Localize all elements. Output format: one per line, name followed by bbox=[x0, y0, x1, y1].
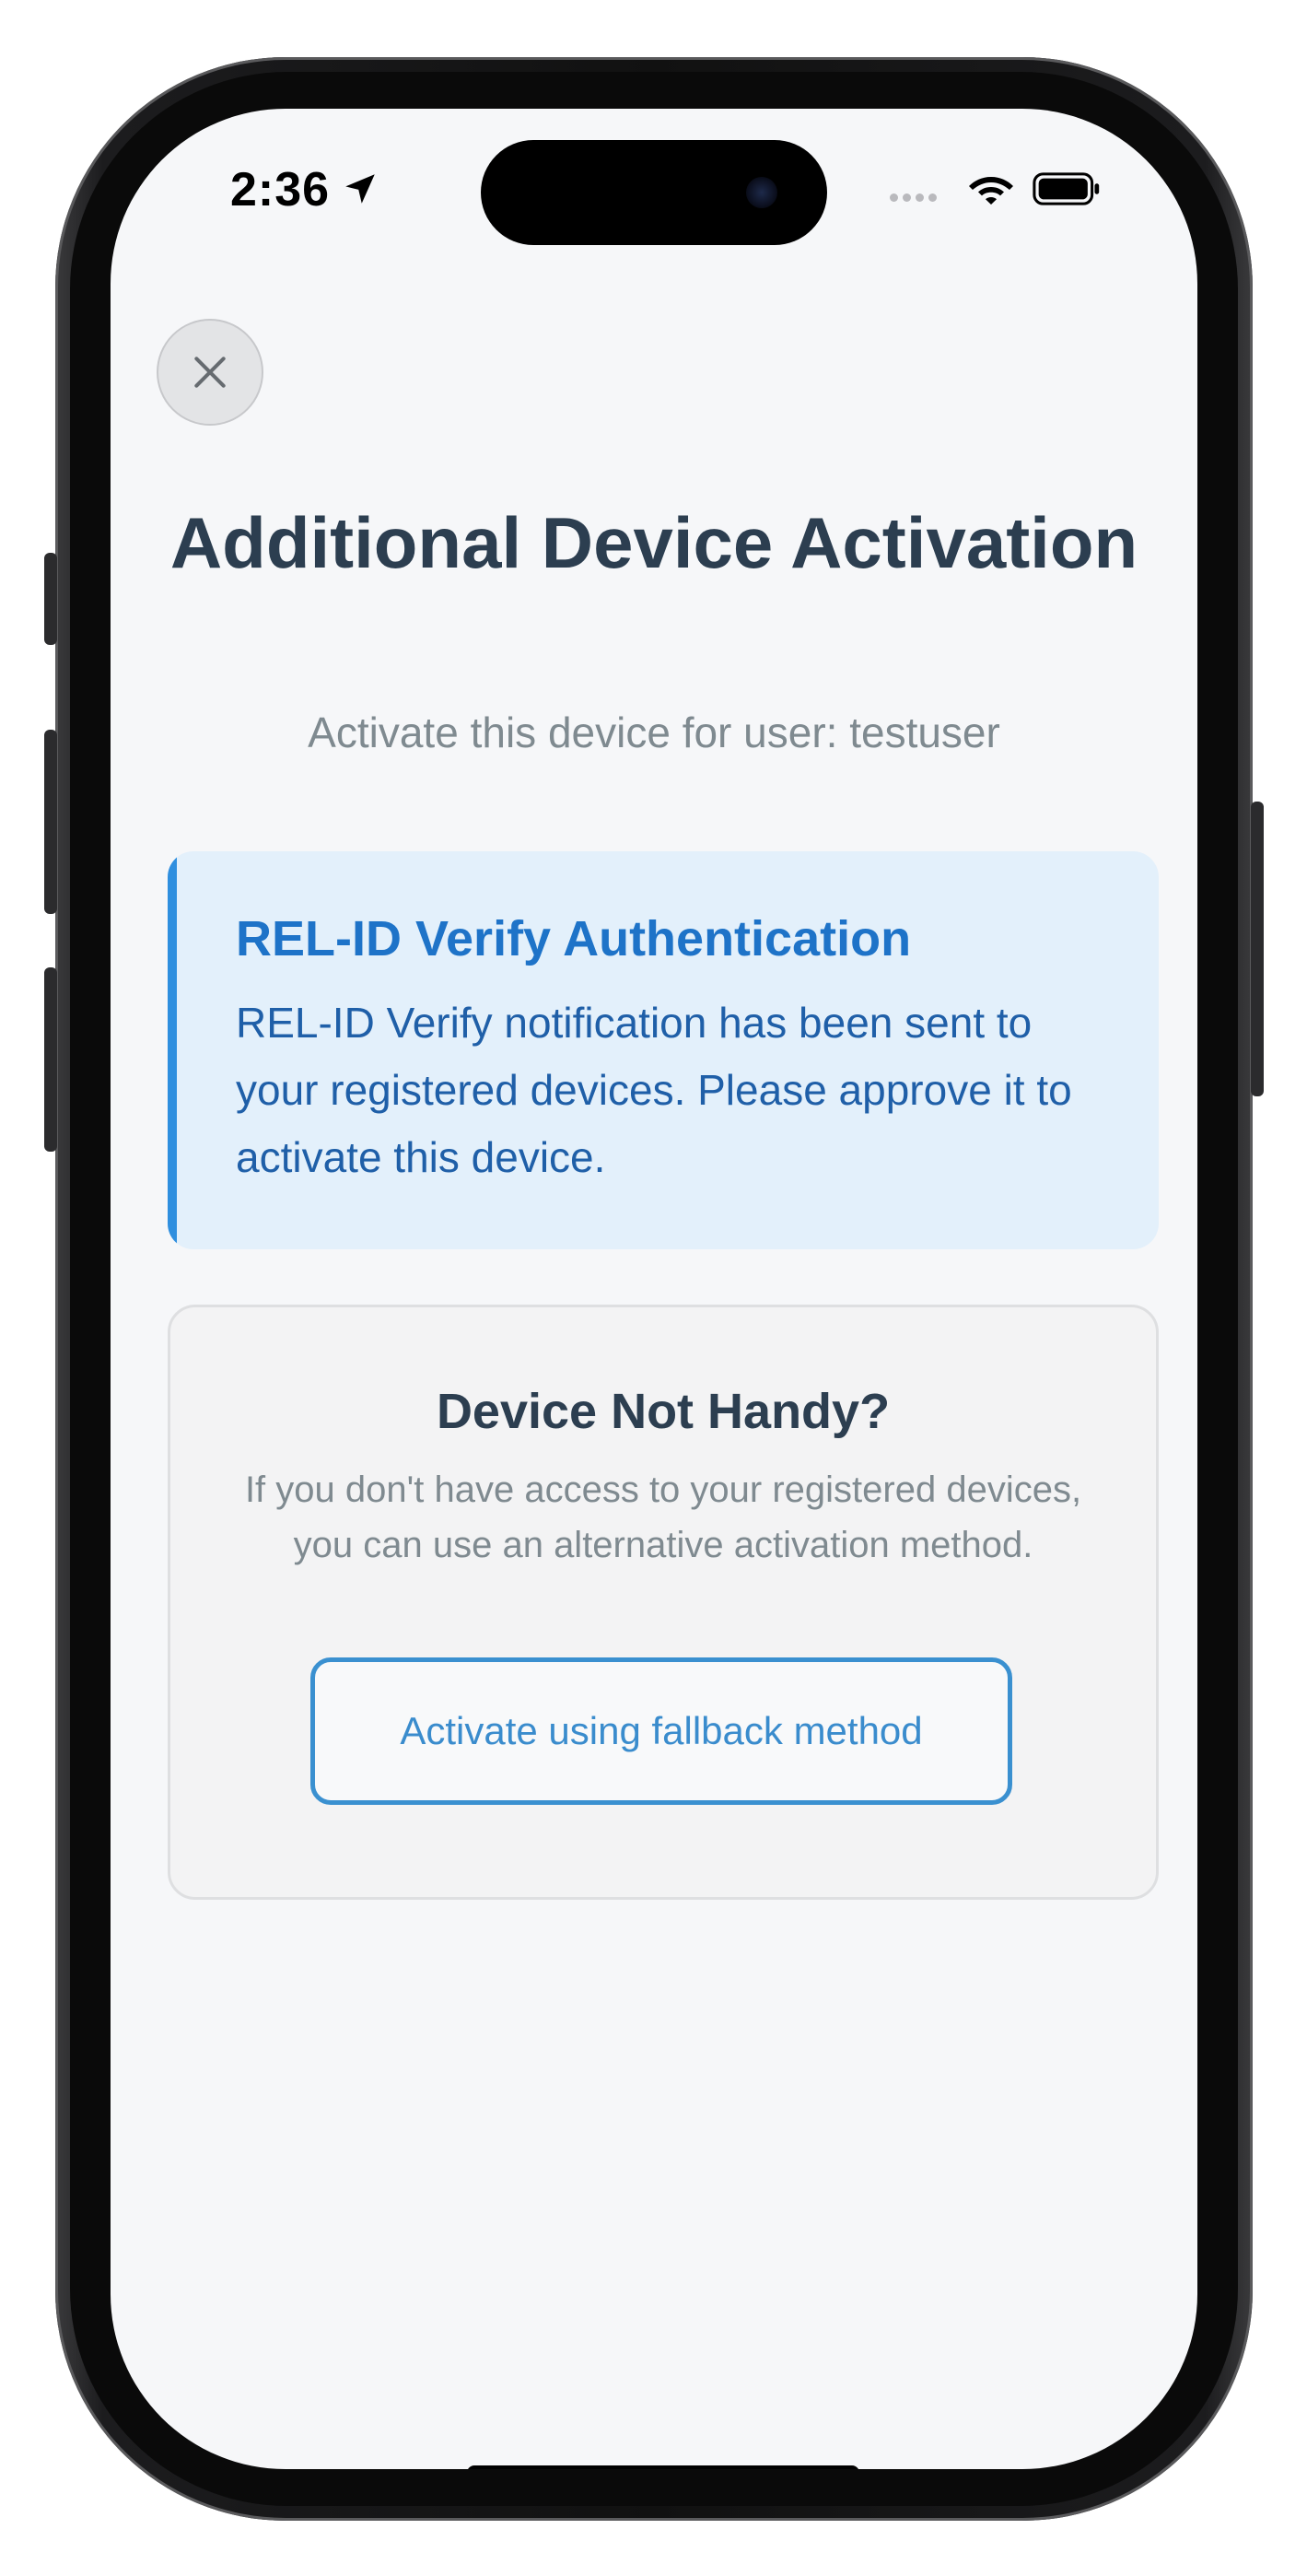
fallback-card: Device Not Handy? If you don't have acce… bbox=[168, 1305, 1159, 1900]
wifi-icon bbox=[969, 177, 1013, 205]
fallback-card-title: Device Not Handy? bbox=[436, 1384, 891, 1439]
front-camera bbox=[746, 177, 777, 208]
volume-up-button bbox=[44, 730, 57, 914]
action-button bbox=[44, 553, 57, 645]
verify-card-message: REL-ID Verify notification has been sent… bbox=[236, 999, 1072, 1181]
fallback-activation-button[interactable]: Activate using fallback method bbox=[310, 1657, 1012, 1805]
volume-down-button bbox=[44, 967, 57, 1152]
cellular-dots-icon bbox=[890, 190, 949, 202]
power-button bbox=[1251, 802, 1264, 1096]
info-accent-bar bbox=[168, 851, 177, 1249]
verify-card-title: REL-ID Verify Authentication bbox=[236, 911, 912, 966]
page-subtitle: Activate this device for user: testuser bbox=[308, 708, 1000, 756]
verify-info-card: REL-ID Verify Authentication REL-ID Veri… bbox=[168, 851, 1159, 1249]
battery-icon bbox=[1033, 172, 1100, 205]
close-button[interactable] bbox=[157, 319, 263, 426]
home-indicator[interactable] bbox=[467, 2465, 859, 2469]
close-icon bbox=[194, 357, 226, 388]
status-time: 2:36 bbox=[230, 163, 331, 217]
location-arrow-icon bbox=[345, 174, 375, 204]
screen: 2:36 Additional Device Activation Activa… bbox=[111, 109, 1197, 2469]
page-title: Additional Device Activation bbox=[169, 502, 1138, 583]
fallback-card-description: If you don't have access to your registe… bbox=[244, 1469, 1082, 1565]
